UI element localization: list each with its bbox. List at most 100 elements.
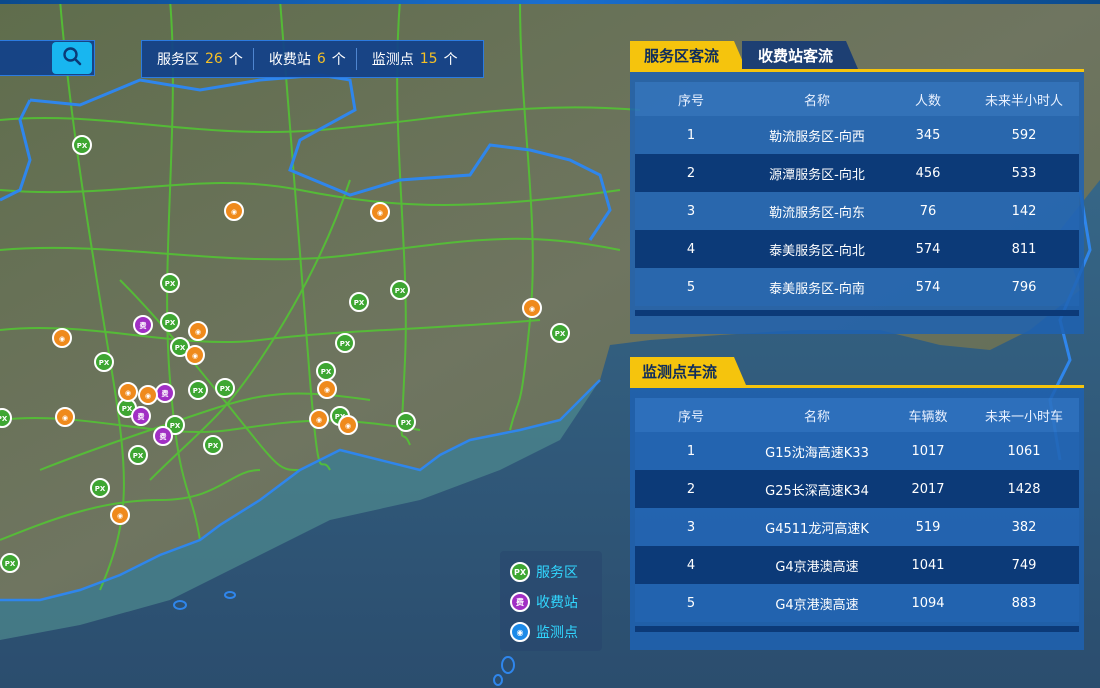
svg-text:PX: PX: [220, 385, 231, 393]
monitor-point-marker[interactable]: ◉: [188, 321, 208, 341]
svg-text:◉: ◉: [324, 386, 330, 394]
table-header-row: 序号 名称 车辆数 未来一小时车: [635, 398, 1079, 432]
service-area-marker[interactable]: PX: [90, 478, 110, 498]
service-area-marker[interactable]: PX: [316, 361, 336, 381]
service-area-marker[interactable]: PX: [349, 292, 369, 312]
svg-text:PX: PX: [0, 415, 8, 423]
toll-station-marker[interactable]: 费: [153, 426, 173, 446]
svg-text:费: 费: [138, 412, 145, 421]
monitor-point-marker[interactable]: ◉: [52, 328, 72, 348]
table-row[interactable]: 4 G4京港澳高速 1041 749: [635, 546, 1079, 584]
monitor-point-marker[interactable]: ◉: [224, 201, 244, 221]
toll-station-marker[interactable]: 费: [133, 315, 153, 335]
monitor-point-marker[interactable]: ◉: [522, 298, 542, 318]
table-row[interactable]: 1 勒流服务区-向西 345 592: [635, 116, 1079, 154]
cell-forecast: 1061: [969, 432, 1079, 470]
stat-label: 收费站: [268, 52, 311, 68]
legend-item-service-area[interactable]: PX 服务区: [510, 557, 592, 587]
monitor-point-marker[interactable]: ◉: [55, 407, 75, 427]
cell-count: 345: [887, 116, 969, 154]
cell-forecast: 811: [969, 230, 1079, 268]
service-area-marker[interactable]: PX: [550, 323, 570, 343]
cell-name: 泰美服务区-向南: [747, 268, 887, 306]
cell-count: 2017: [887, 470, 969, 508]
stat-toll-station: 收费站 6 个: [252, 48, 356, 70]
table-row[interactable]: 3 G4511龙河高速K 519 382: [635, 508, 1079, 546]
legend-item-toll-station[interactable]: 费 收费站: [510, 587, 592, 617]
table-row[interactable]: 2 G25长深高速K34 2017 1428: [635, 470, 1079, 508]
service-area-marker[interactable]: PX: [72, 135, 92, 155]
stat-service-area: 服务区 26 个: [142, 48, 253, 70]
service-area-marker[interactable]: PX: [188, 380, 208, 400]
table-row[interactable]: 5 泰美服务区-向南 574 796: [635, 268, 1079, 306]
cell-name: G4京港澳高速: [747, 584, 887, 622]
toll-station-icon: 费: [510, 592, 530, 612]
cell-forecast: 796: [969, 268, 1079, 306]
cell-forecast: 1428: [969, 470, 1079, 508]
table-row[interactable]: 5 G4京港澳高速 1094 883: [635, 584, 1079, 622]
top-accent-bar: [0, 0, 1100, 4]
service-area-marker[interactable]: PX: [215, 378, 235, 398]
monitor-point-marker[interactable]: ◉: [370, 202, 390, 222]
cell-name: 源潭服务区-向北: [747, 154, 887, 192]
service-area-marker[interactable]: PX: [0, 408, 12, 428]
cell-name: G4511龙河高速K: [747, 508, 887, 546]
svg-text:PX: PX: [95, 485, 106, 493]
cell-forecast: 883: [969, 584, 1079, 622]
tab-monitor-flow[interactable]: 监测点车流: [630, 357, 746, 385]
service-area-marker[interactable]: PX: [160, 312, 180, 332]
service-area-marker[interactable]: PX: [0, 553, 20, 573]
legend-label: 服务区: [536, 565, 578, 581]
cell-index: 5: [635, 268, 747, 306]
monitor-point-icon: ◉: [510, 622, 530, 642]
svg-text:PX: PX: [208, 442, 219, 450]
monitor-point-marker[interactable]: ◉: [309, 409, 329, 429]
legend-label: 收费站: [536, 595, 578, 611]
search-button[interactable]: [52, 42, 92, 74]
monitor-point-marker[interactable]: ◉: [138, 385, 158, 405]
legend-item-monitor-point[interactable]: ◉ 监测点: [510, 617, 592, 647]
panel-body: 序号 名称 车辆数 未来一小时车 1 G15沈海高速K33 1017 1061 …: [630, 388, 1084, 650]
service-area-marker[interactable]: PX: [128, 445, 148, 465]
service-area-icon: PX: [510, 562, 530, 582]
monitor-point-marker[interactable]: ◉: [317, 379, 337, 399]
cell-count: 1041: [887, 546, 969, 584]
toll-station-marker[interactable]: 费: [155, 383, 175, 403]
tab-underline: [630, 385, 1084, 388]
tab-toll-station-flow[interactable]: 收费站客流: [742, 41, 858, 69]
service-area-marker[interactable]: PX: [94, 352, 114, 372]
service-area-marker[interactable]: PX: [390, 280, 410, 300]
svg-text:PX: PX: [354, 299, 365, 307]
monitor-point-marker[interactable]: ◉: [118, 382, 138, 402]
col-header-forecast: 未来一小时车: [969, 398, 1079, 432]
service-area-marker[interactable]: PX: [396, 412, 416, 432]
cell-index: 2: [635, 154, 747, 192]
service-area-marker[interactable]: PX: [203, 435, 223, 455]
map-legend: PX 服务区 费 收费站 ◉ 监测点: [500, 551, 602, 651]
svg-text:PX: PX: [170, 422, 181, 430]
stat-unit: 个: [443, 52, 458, 68]
toll-station-marker[interactable]: 费: [131, 406, 151, 426]
svg-text:PX: PX: [321, 368, 332, 376]
table-row[interactable]: 4 泰美服务区-向北 574 811: [635, 230, 1079, 268]
svg-text:PX: PX: [555, 330, 566, 338]
stat-unit: 个: [228, 52, 243, 68]
svg-text:◉: ◉: [125, 389, 131, 397]
cell-name: G25长深高速K34: [747, 470, 887, 508]
cell-count: 1094: [887, 584, 969, 622]
cell-index: 4: [635, 546, 747, 584]
service-area-marker[interactable]: PX: [335, 333, 355, 353]
table-row[interactable]: 3 勒流服务区-向东 76 142: [635, 192, 1079, 230]
monitor-point-marker[interactable]: ◉: [110, 505, 130, 525]
col-header-index: 序号: [635, 82, 747, 116]
table-row[interactable]: 1 G15沈海高速K33 1017 1061: [635, 432, 1079, 470]
monitor-point-marker[interactable]: ◉: [185, 345, 205, 365]
cell-index: 3: [635, 508, 747, 546]
table-row[interactable]: 2 源潭服务区-向北 456 533: [635, 154, 1079, 192]
tab-service-area-flow[interactable]: 服务区客流: [630, 41, 746, 69]
col-header-name: 名称: [747, 82, 887, 116]
cell-count: 574: [887, 268, 969, 306]
service-area-marker[interactable]: PX: [160, 273, 180, 293]
monitor-point-marker[interactable]: ◉: [338, 415, 358, 435]
cell-count: 456: [887, 154, 969, 192]
